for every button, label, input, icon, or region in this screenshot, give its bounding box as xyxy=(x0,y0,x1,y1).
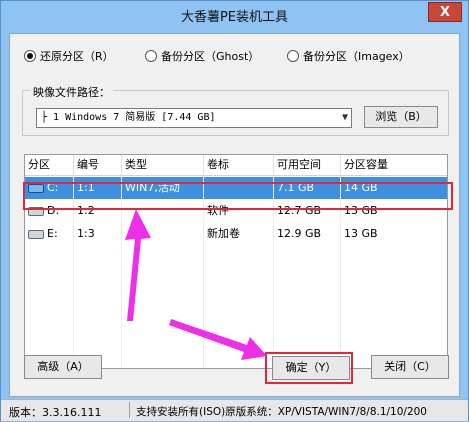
mode-imagex-option[interactable]: 备份分区（Imagex） xyxy=(287,48,410,64)
number-cell: 1:3 xyxy=(74,223,122,245)
label-cell: 软件 xyxy=(204,200,274,222)
status-divider xyxy=(129,402,130,418)
image-path-select[interactable]: ├ 1 Windows 7 简易版 [7.44 GB] ▼ xyxy=(36,108,352,128)
ok-button[interactable]: 确定（Y） xyxy=(272,356,350,380)
advanced-button[interactable]: 高级（A） xyxy=(24,355,102,379)
browse-button[interactable]: 浏览（B） xyxy=(364,106,438,128)
column-header-drive[interactable]: 分区 xyxy=(25,155,74,175)
disk-drive-icon xyxy=(28,183,44,193)
label-cell xyxy=(204,177,274,199)
window-title: 大香薯PE装机工具 xyxy=(180,10,289,25)
drive-text: D: xyxy=(47,204,60,217)
version-text: 版本：3.3.16.111 xyxy=(9,406,102,419)
table-row[interactable]: C: 1:1 WIN7,活动 7.1 GB 14 GB xyxy=(25,177,447,199)
type-cell xyxy=(122,223,204,245)
client-area: 还原分区（R） 备份分区（Ghost） 备份分区（Imagex） 映像文件路径：… xyxy=(9,33,460,397)
capacity-cell: 14 GB xyxy=(341,177,447,199)
type-cell: WIN7,活动 xyxy=(122,177,204,199)
capacity-cell: 13 GB xyxy=(344,227,378,240)
free-cell: 12.7 GB xyxy=(274,200,341,222)
partition-list[interactable]: 分区 编号 类型 卷标 可用空间 分区容量 C: 1:1 WIN7,活动 7.1… xyxy=(24,154,448,369)
image-path-label: 映像文件路径： xyxy=(30,84,113,100)
drive-cell: C: xyxy=(25,177,74,199)
column-divider xyxy=(340,245,341,368)
image-path-value: ├ 1 Windows 7 简易版 [7.44 GB] xyxy=(41,112,216,123)
free-cell: 12.9 GB xyxy=(274,223,341,245)
column-divider xyxy=(203,245,204,368)
close-button[interactable]: 关闭（C） xyxy=(371,355,449,379)
radio-checked-icon[interactable] xyxy=(24,50,36,62)
table-row[interactable]: D: 1:2 软件 12.7 GB 13 GB xyxy=(25,200,447,222)
column-header-type[interactable]: 类型 xyxy=(122,155,204,175)
radio-unchecked-icon[interactable] xyxy=(287,50,299,62)
support-text: 支持安装所有(ISO)原版系统：XP/VISTA/WIN7/8/8.1/10/2… xyxy=(136,406,427,418)
installer-window: 大香薯PE装机工具 X 还原分区（R） 备份分区（Ghost） 备份分区（Ima… xyxy=(0,0,469,421)
partition-list-header: 分区 编号 类型 卷标 可用空间 分区容量 xyxy=(25,155,447,176)
status-bar: 版本：3.3.16.111 支持安装所有(ISO)原版系统：XP/VISTA/W… xyxy=(1,399,468,421)
number-cell: 1:2 xyxy=(74,200,122,222)
column-divider xyxy=(121,245,122,368)
mode-restore-option[interactable]: 还原分区（R） xyxy=(24,48,114,64)
mode-ghost-option[interactable]: 备份分区（Ghost） xyxy=(145,48,259,64)
window-close-button[interactable]: X xyxy=(428,2,462,22)
drive-cell: D: xyxy=(25,200,74,222)
column-divider xyxy=(273,245,274,368)
capacity-cell: 13 GB xyxy=(344,204,378,217)
chevron-down-icon[interactable]: ▼ xyxy=(342,109,348,127)
mode-restore-label: 还原分区（R） xyxy=(40,50,114,63)
drive-text: E: xyxy=(47,227,58,240)
disk-drive-icon xyxy=(28,229,44,239)
drive-text: C: xyxy=(47,181,59,194)
drive-cell: E: xyxy=(25,223,74,245)
radio-unchecked-icon[interactable] xyxy=(145,50,157,62)
mode-imagex-label: 备份分区（Imagex） xyxy=(303,50,410,63)
free-cell: 7.1 GB xyxy=(274,177,341,199)
disk-drive-icon xyxy=(28,206,44,216)
type-cell xyxy=(122,200,204,222)
column-divider xyxy=(73,245,74,368)
column-header-free[interactable]: 可用空间 xyxy=(274,155,341,175)
column-header-number[interactable]: 编号 xyxy=(74,155,122,175)
number-cell: 1:1 xyxy=(74,177,122,199)
mode-ghost-label: 备份分区（Ghost） xyxy=(161,50,260,63)
label-cell: 新加卷 xyxy=(204,223,274,245)
column-header-label[interactable]: 卷标 xyxy=(204,155,274,175)
title-bar: 大香薯PE装机工具 X xyxy=(1,1,468,29)
table-row[interactable]: E: 1:3 新加卷 12.9 GB 13 GB xyxy=(25,223,447,245)
column-header-capacity[interactable]: 分区容量 xyxy=(341,155,447,175)
